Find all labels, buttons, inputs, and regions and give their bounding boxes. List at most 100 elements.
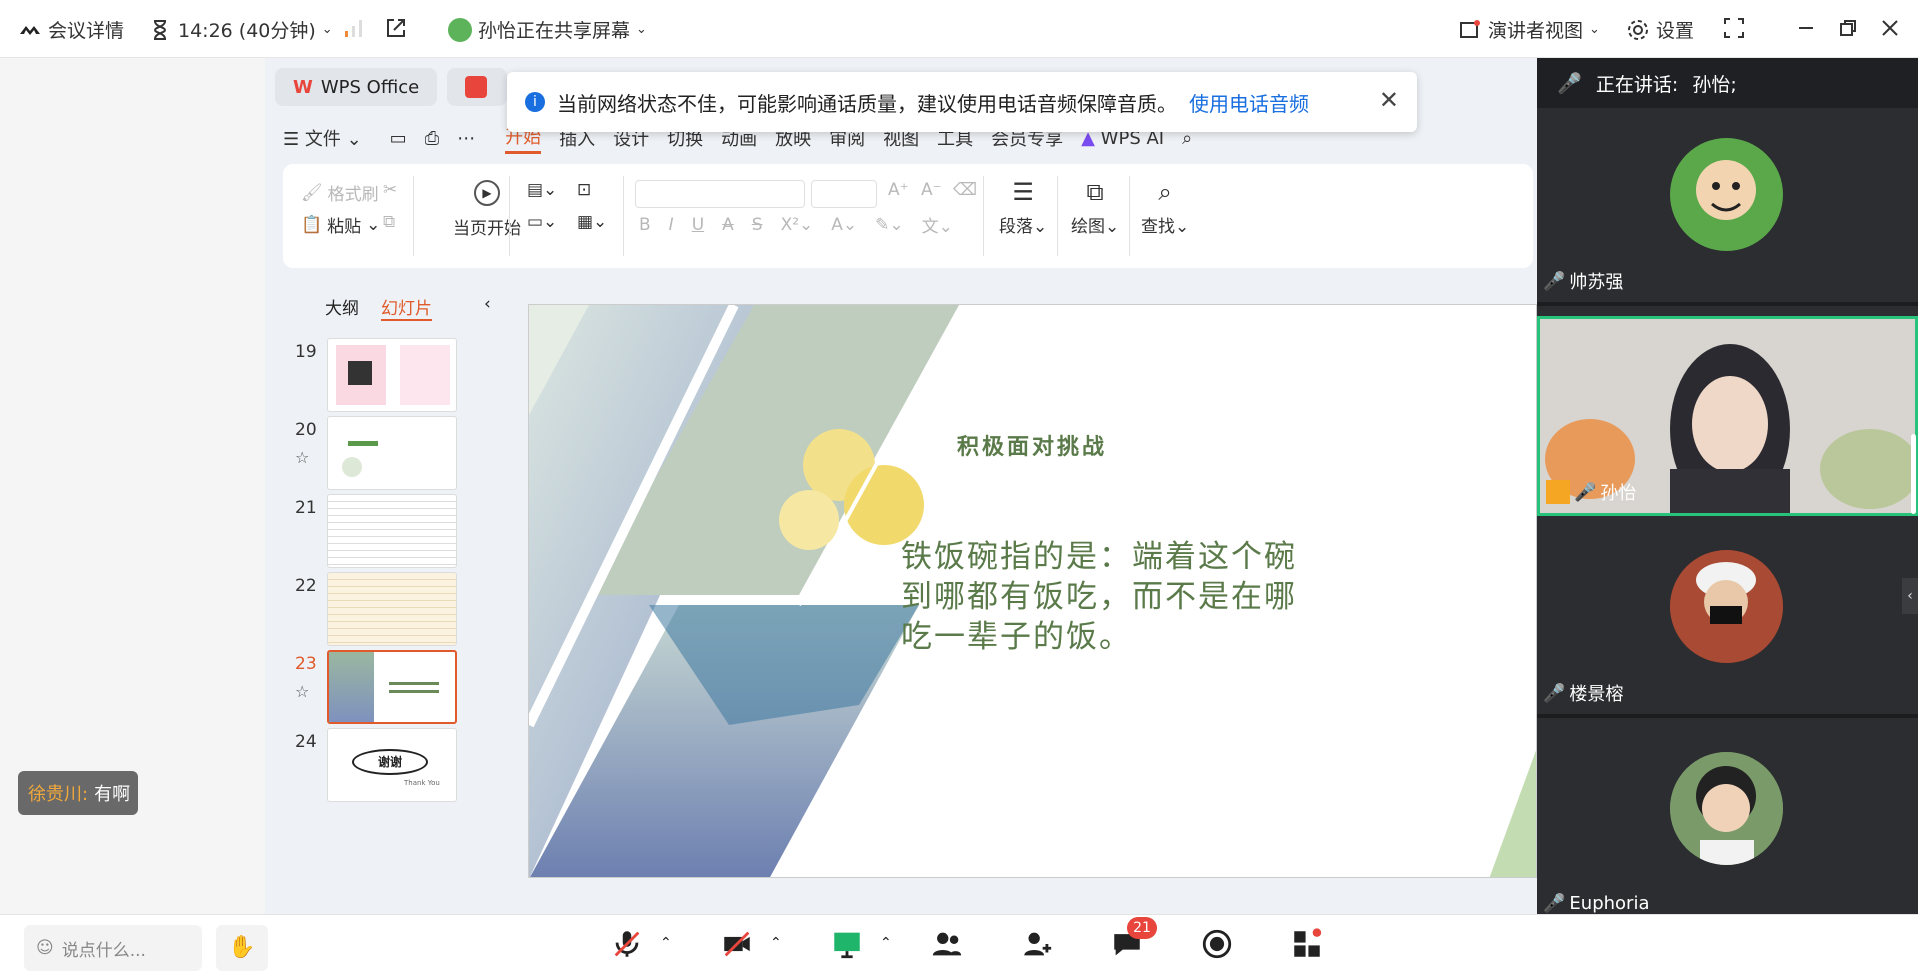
chevron-up-icon[interactable]: ⌃ — [880, 935, 892, 951]
raise-hand-icon: ✋ — [228, 935, 256, 960]
slide-thumbnail-23-selected[interactable] — [327, 650, 457, 724]
chevron-up-icon[interactable]: ⌃ — [660, 935, 672, 951]
thumb-number: 19 — [295, 342, 317, 362]
shrink-font-icon[interactable]: A⁻ — [921, 180, 942, 200]
slide-thumbnail-24[interactable]: 谢谢 Thank You — [327, 728, 457, 802]
slide-thumbnail-21[interactable] — [327, 494, 457, 568]
minimize-icon[interactable] — [1794, 16, 1818, 40]
panel-scrollbar[interactable] — [1911, 434, 1916, 514]
cut-icon[interactable]: ✂ — [383, 180, 397, 200]
avatar — [1670, 550, 1783, 663]
star-icon[interactable]: ☆ — [295, 448, 309, 467]
layout-icon[interactable]: ▤⌄ — [527, 180, 557, 200]
active-speaker-bar: 🎤 正在讲话: 孙怡; — [1537, 58, 1918, 108]
menu-file[interactable]: ☰ 文件 ⌄ — [283, 125, 362, 151]
copy-icon[interactable]: ⧉ — [383, 212, 395, 232]
save-icon[interactable]: ▭ — [390, 128, 407, 149]
star-icon[interactable]: ☆ — [295, 682, 309, 701]
drawing-button[interactable]: ⧉ 绘图⌄ — [1071, 178, 1119, 237]
record-icon[interactable] — [1200, 927, 1234, 961]
fullscreen-icon[interactable] — [1722, 16, 1746, 40]
wps-tab-bar: W WPS Office — [275, 68, 508, 106]
wps-logo-icon: W — [293, 76, 313, 98]
strikethrough-icon[interactable]: A — [722, 215, 734, 235]
use-phone-audio-link[interactable]: 使用电话音频 — [1189, 88, 1309, 117]
participant-tile-active[interactable]: 🎤 孙怡 — [1537, 316, 1918, 516]
tencent-meeting-logo-icon — [20, 25, 40, 35]
participants-icon[interactable] — [930, 927, 964, 961]
chat-toast[interactable]: 徐贵川: 有啊 — [18, 771, 138, 815]
chevron-up-icon[interactable]: ⌃ — [770, 935, 782, 951]
font-size-select[interactable] — [811, 180, 877, 208]
chat-input[interactable]: ☺ 说点什么... — [24, 925, 202, 971]
thumb-number: 22 — [295, 576, 317, 596]
close-icon[interactable]: ✕ — [1379, 86, 1399, 114]
tab-document[interactable] — [447, 68, 508, 106]
format-painter-button[interactable]: 🖌 格式刷 — [301, 180, 379, 206]
phonetic-icon[interactable]: 文⌄ — [922, 212, 953, 237]
host-icon — [1546, 480, 1570, 504]
participant-tile[interactable]: 🎤 帅苏强 — [1537, 108, 1918, 306]
bold-icon[interactable]: B — [639, 215, 651, 235]
close-window-icon[interactable] — [1878, 16, 1902, 40]
tab-wps-office[interactable]: W WPS Office — [275, 68, 438, 106]
collapse-panel-icon[interactable]: ‹ — [484, 294, 491, 321]
chevron-down-icon: ⌄ — [636, 22, 647, 37]
brush-icon: 🖌 — [301, 182, 323, 203]
superscript-icon[interactable]: X²⌄ — [781, 215, 814, 235]
outline-icon[interactable]: ▦⌄ — [577, 212, 607, 232]
thumb-number: 21 — [295, 498, 317, 518]
thumb-thanks-sub: Thank You — [404, 779, 440, 787]
find-button[interactable]: ⌕ 查找⌄ — [1141, 178, 1189, 237]
grow-font-icon[interactable]: A⁺ — [888, 180, 909, 200]
invite-icon[interactable] — [1020, 927, 1054, 961]
thumb-thanks-text: 谢谢 — [352, 749, 428, 775]
more-icon[interactable]: ⋯ — [457, 128, 475, 149]
highlight-icon[interactable]: ✎⌄ — [875, 215, 904, 235]
collapse-panel-handle[interactable]: ‹ — [1902, 578, 1918, 614]
paragraph-button[interactable]: ☰ 段落⌄ — [999, 178, 1047, 237]
meeting-timer[interactable]: 14:26 (40分钟) ⌄ — [148, 16, 333, 43]
meeting-topbar: 会议详情 14:26 (40分钟) ⌄ 孙怡正在共享屏幕 ⌄ 演讲者视图 ⌄ 设… — [0, 0, 1918, 58]
participant-name: 🎤 孙怡 — [1546, 479, 1636, 505]
participant-tile[interactable]: 🎤 Euphoria — [1537, 728, 1918, 926]
font-family-select[interactable] — [635, 180, 805, 208]
meeting-details-button[interactable]: 会议详情 — [18, 16, 124, 43]
raise-hand-button[interactable]: ✋ — [216, 925, 268, 971]
settings-button[interactable]: 设置 — [1626, 16, 1694, 43]
signal-strength-icon[interactable] — [342, 16, 366, 40]
mic-icon: 🎤 — [1574, 481, 1597, 503]
print-icon[interactable]: ⎙ — [425, 128, 439, 149]
mic-muted-icon[interactable] — [610, 927, 644, 961]
screen-sharer-indicator[interactable]: 孙怡正在共享屏幕 ⌄ — [448, 16, 647, 43]
chat-sender: 徐贵川: — [28, 784, 89, 805]
shadow-icon[interactable]: S — [752, 215, 763, 235]
slide-canvas[interactable]: 积极面对挑战 铁饭碗指的是：端着这个碗到哪都有饭吃，而不是在哪吃一辈子的饭。 — [528, 304, 1537, 878]
emoji-icon[interactable]: ☺ — [36, 938, 54, 958]
participant-tile[interactable]: 🎤 楼景榕 — [1537, 520, 1918, 718]
info-icon: i — [525, 92, 545, 112]
font-color-icon[interactable]: A⌄ — [831, 215, 857, 235]
participant-name: 🎤 帅苏强 — [1543, 270, 1624, 294]
clear-format-icon[interactable]: ⌫ — [953, 180, 977, 200]
slide-thumbnail-19[interactable] — [327, 338, 457, 412]
slide-thumbnail-22[interactable] — [327, 572, 457, 646]
open-external-icon[interactable] — [384, 16, 408, 40]
paste-button[interactable]: 📋 粘贴 ⌄ — [301, 212, 380, 238]
from-current-slide-button[interactable]: ▶ 当页开始 — [453, 180, 521, 239]
thumb-number: 20 — [295, 420, 317, 440]
screen-share-icon[interactable] — [830, 927, 864, 961]
tab-slides[interactable]: 幻灯片 — [381, 294, 432, 321]
camera-off-icon[interactable] — [720, 927, 754, 961]
italic-icon[interactable]: I — [669, 215, 674, 235]
apps-icon[interactable] — [1290, 927, 1324, 961]
section-icon[interactable]: ▭⌄ — [527, 212, 557, 232]
slide-thumbnail-20[interactable] — [327, 416, 457, 490]
network-warning-banner: i 当前网络状态不佳，可能影响通话质量，建议使用电话音频保障音质。 使用电话音频… — [507, 72, 1417, 132]
presenter-view-button[interactable]: 演讲者视图 ⌄ — [1458, 16, 1600, 43]
magnifier-icon: ⌕ — [1158, 178, 1172, 206]
restore-icon[interactable] — [1836, 16, 1860, 40]
tab-outline[interactable]: 大纲 — [325, 294, 359, 321]
underline-icon[interactable]: U — [692, 215, 704, 235]
new-slide-icon[interactable]: ⊡ — [577, 180, 591, 200]
